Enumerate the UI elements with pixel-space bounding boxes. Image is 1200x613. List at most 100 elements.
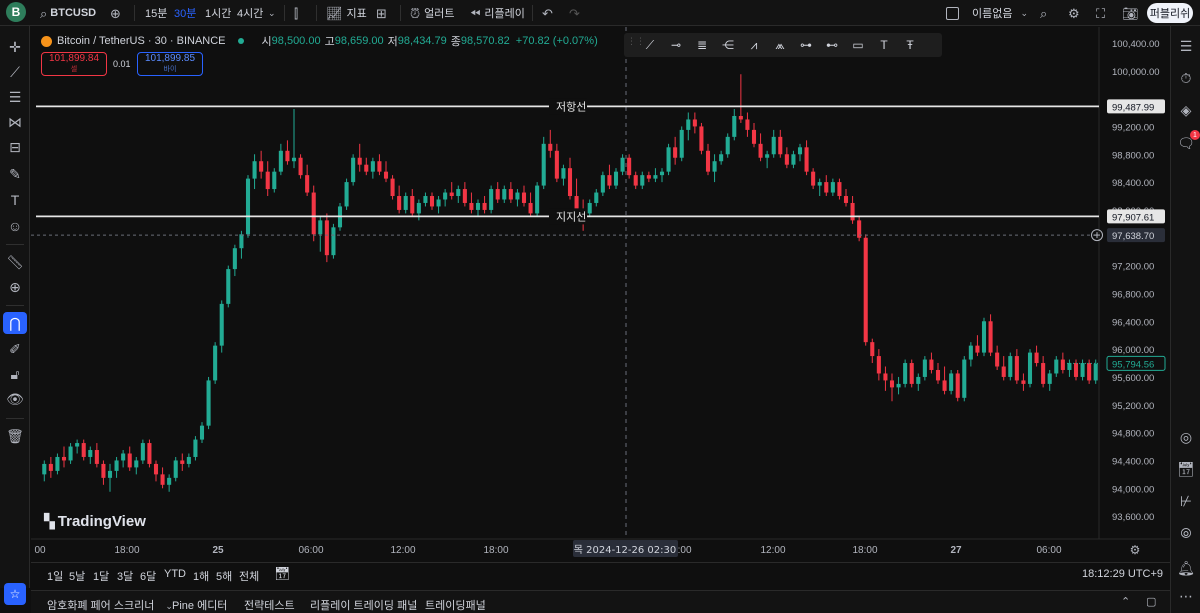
collapse-panel-button[interactable]: ⌃ [1121, 595, 1130, 608]
alert-button[interactable]: ⏰︎ 얼러트 [410, 0, 455, 26]
layers-icon[interactable]: ◈ [1176, 100, 1196, 120]
emoji-icon[interactable]: ☺ [3, 215, 27, 237]
bitcoin-icon [41, 35, 52, 47]
tab-crypto-screener[interactable]: 암호화폐 페어 스크리너 ⌄ [47, 597, 173, 613]
divider [6, 418, 24, 419]
long-position-tool-icon[interactable]: ⊶ [793, 35, 819, 55]
buy-button[interactable]: 101,899.85 바이 [137, 52, 203, 76]
publish-button[interactable]: 퍼블리쉬 [1147, 3, 1193, 23]
chat-icon[interactable]: 🗨︎ 1 [1176, 130, 1200, 153]
range-1m[interactable]: 1달 [93, 568, 109, 584]
snapshot-button[interactable]: 📷︎ [1122, 0, 1139, 26]
tradingview-mark-icon: ▚ [44, 513, 55, 529]
close-key: 종 [450, 36, 461, 48]
range-3m[interactable]: 3달 [117, 568, 133, 584]
trend-line-tool-icon[interactable]: ⟋ [637, 35, 663, 55]
interval-1h[interactable]: 1시간 [205, 0, 231, 26]
range-1y[interactable]: 1해 [193, 568, 209, 584]
chart-type-button[interactable]: ⫿ [294, 0, 298, 26]
fullscreen-button[interactable]: ⛶ [1096, 0, 1105, 26]
more-icon[interactable]: ⋯ [1176, 586, 1196, 606]
range-all[interactable]: 전체 [239, 568, 259, 584]
tab-replay-trading-panel[interactable]: 리플레이 트레이딩 패널 [310, 597, 417, 613]
candle-body [712, 161, 717, 172]
quick-search-button[interactable]: ⌕ [1040, 0, 1047, 26]
symbol-search-button[interactable]: ⌕ BTCUSD [40, 0, 96, 26]
lock-icon[interactable]: 🔓︎ [3, 363, 27, 385]
buy-label: 바이 [163, 66, 177, 73]
text-tool-icon[interactable]: T [871, 35, 897, 55]
tab-trading-panel[interactable]: 트레이딩패널 [425, 597, 486, 613]
candle-body [784, 154, 789, 165]
trash-icon[interactable]: 🗑︎ [3, 425, 27, 447]
layout-name-button[interactable]: 이름없음 ⌄ [972, 0, 1028, 26]
alerts-clock-icon[interactable]: ⏱︎ [1176, 68, 1196, 88]
horizontal-ray-tool-icon[interactable]: ⊸ [663, 35, 689, 55]
indicators-button[interactable]: 📈︎ 지표 [326, 0, 367, 26]
brush-icon[interactable]: ✎ [3, 163, 27, 185]
settings-button[interactable]: ⚙︎ [1068, 0, 1080, 26]
interval-15m[interactable]: 15분 [145, 0, 167, 26]
replay-button[interactable]: ⏪︎ 리플레이 [470, 0, 525, 26]
pitchfork-tool-icon[interactable]: ⋲ [715, 35, 741, 55]
sell-button[interactable]: 101,899.84 셀 [41, 52, 107, 76]
lock-drawing-icon[interactable]: ✐ [3, 338, 27, 360]
templates-button[interactable]: ⊞ [376, 0, 387, 26]
chart-area[interactable]: 100,400.00 100,000.00 99,200.00 98,800.00 98… [31, 27, 1170, 562]
parallel-channel-tool-icon[interactable]: ≣ [689, 35, 715, 55]
range-5y[interactable]: 5해 [216, 568, 232, 584]
high-key: 고 [324, 36, 335, 48]
signal-icon[interactable]: ⦾ [1176, 523, 1196, 543]
spread-value: 0.01 [113, 59, 131, 69]
fib-retracement-icon[interactable]: ☰ [3, 86, 27, 108]
candle-body [140, 443, 145, 461]
interval-4h[interactable]: 4시간 [237, 0, 263, 26]
redo-button[interactable]: ↷ [569, 0, 580, 26]
ruler-icon[interactable]: 📏︎ [3, 251, 27, 273]
range-5d[interactable]: 5날 [69, 568, 85, 584]
help-icon[interactable]: 🔔︎ [1176, 558, 1196, 578]
chart-settings-gear-icon[interactable]: ⚙ [1130, 543, 1141, 557]
gear-icon: ⚙︎ [1068, 5, 1080, 21]
maximize-panel-button[interactable]: ▢ [1146, 595, 1156, 608]
market-open-indicator [237, 38, 244, 44]
candle-body [101, 463, 106, 478]
clock-timezone[interactable]: 18:12:29 UTC+9 [1082, 568, 1163, 580]
candle-body [876, 356, 881, 374]
drag-handle-icon[interactable]: ⋮⋮ [627, 37, 645, 53]
xabcd-pattern-tool-icon[interactable]: ⩘ [741, 35, 767, 55]
range-6m[interactable]: 6달 [140, 568, 156, 584]
range-1d[interactable]: 1일 [47, 568, 63, 584]
prediction-icon[interactable]: ⊟ [3, 136, 27, 158]
rectangle-tool-icon[interactable]: ▭ [845, 35, 871, 55]
tab-strategy-tester[interactable]: 전략테스트 [244, 597, 295, 613]
pitchfork-icon[interactable]: ⊬ [1176, 491, 1196, 511]
calendar-icon[interactable]: 📅︎ [1176, 459, 1196, 479]
eye-icon[interactable]: 👁︎ [3, 388, 27, 410]
candle-body [692, 119, 697, 127]
crosshair-icon[interactable]: ✛ [3, 36, 27, 58]
watchlist-icon[interactable]: ☰ [1176, 36, 1196, 56]
goto-date-button[interactable]: 📅︎ [274, 566, 291, 582]
price-chart[interactable]: 100,400.00 100,000.00 99,200.00 98,800.00 98… [31, 27, 1170, 562]
compare-add-button[interactable]: ⊕ [110, 0, 121, 26]
interval-30m[interactable]: 30분 [174, 0, 196, 26]
text-icon[interactable]: T [3, 189, 27, 211]
user-avatar[interactable]: B [6, 2, 26, 22]
magnet-icon[interactable]: ⋂ [3, 312, 27, 334]
price-range-tool-icon[interactable]: ⊷ [819, 35, 845, 55]
target-icon[interactable]: ◎ [1176, 427, 1196, 447]
pattern-icon[interactable]: ⋈ [3, 111, 27, 133]
zoom-in-icon[interactable]: ⊕ [3, 276, 27, 298]
candle-body [607, 175, 612, 186]
undo-button[interactable]: ↶ [542, 0, 553, 26]
price-label-tool-icon[interactable]: Ŧ [897, 35, 923, 55]
tab-pine-editor[interactable]: Pine 에디터 [172, 597, 227, 613]
trend-line-icon[interactable]: ⟋ [3, 61, 27, 83]
interval-dropdown[interactable]: ⌄ [268, 0, 276, 26]
abc-pattern-tool-icon[interactable]: ⩕ [767, 35, 793, 55]
favorites-star-button[interactable]: ☆ [4, 583, 26, 605]
range-ytd[interactable]: YTD [164, 568, 186, 580]
layout-button[interactable] [946, 0, 959, 26]
y-tick-label: 98,400.00 [1112, 178, 1154, 189]
